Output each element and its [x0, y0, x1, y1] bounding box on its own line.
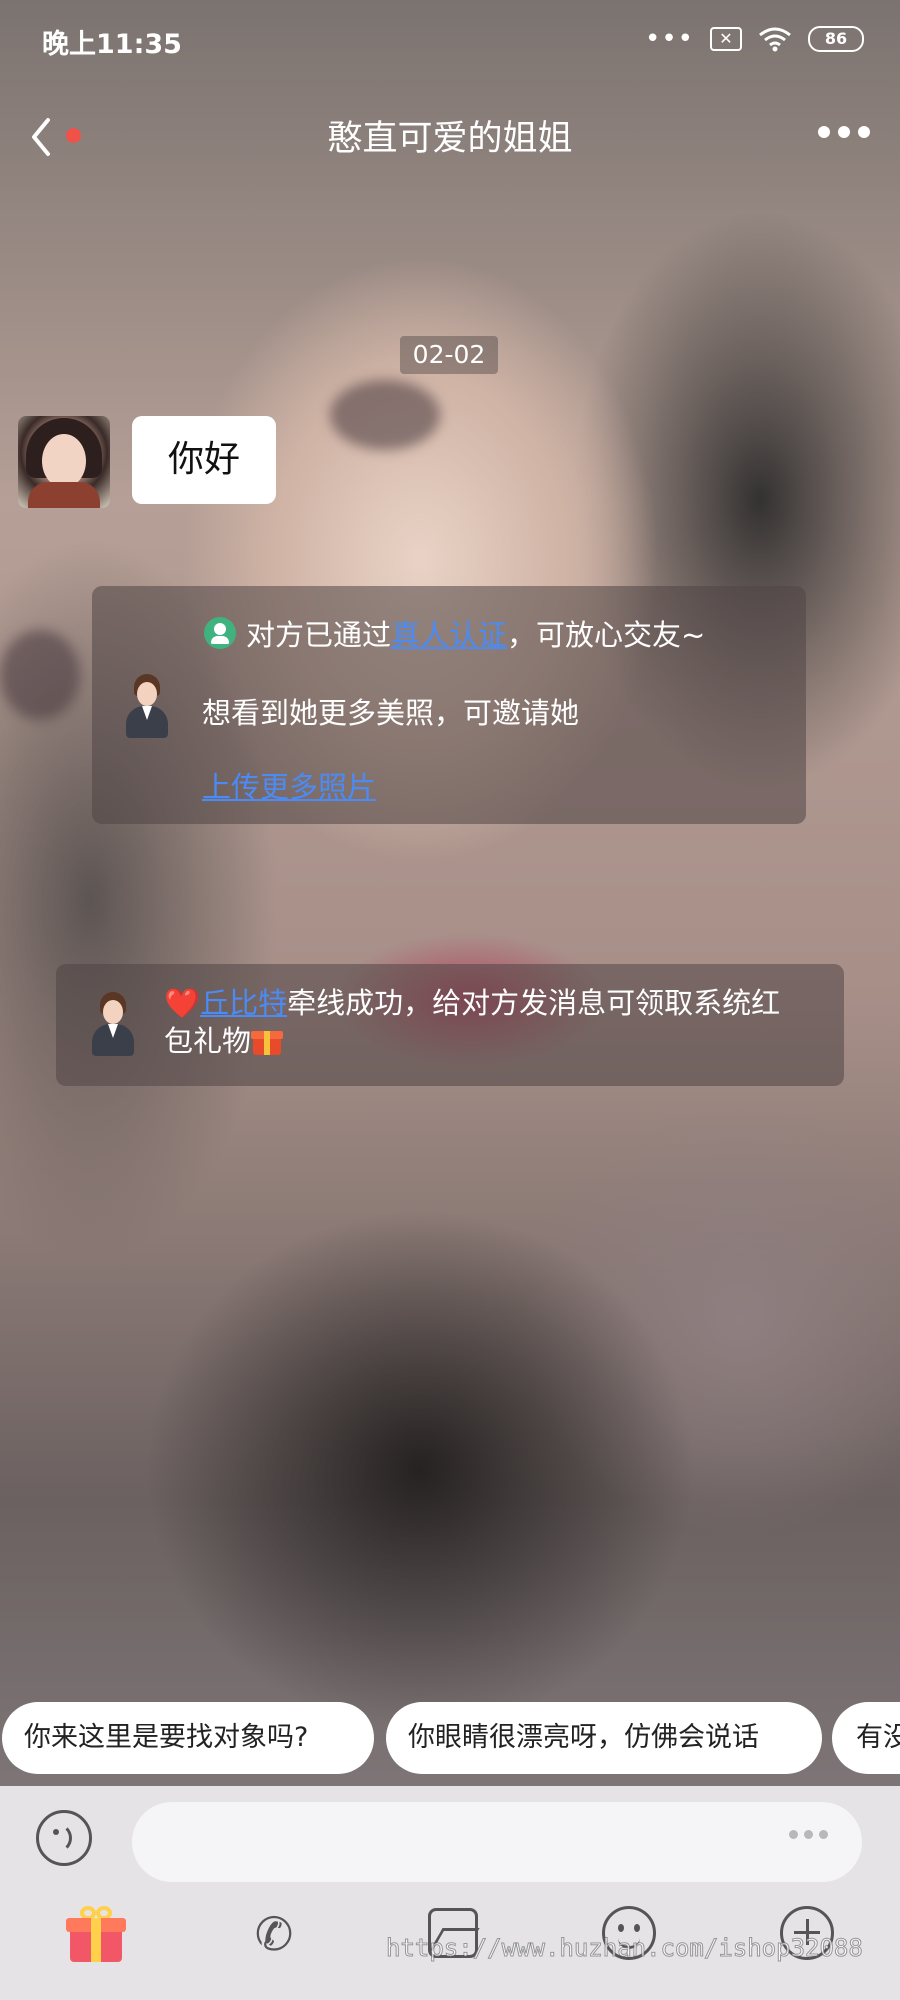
- quick-replies: 你来这里是要找对象吗? 你眼睛很漂亮呀，仿佛会说话 有没: [0, 1702, 900, 1776]
- quick-reply-chip[interactable]: 有没: [832, 1702, 900, 1774]
- system-avatar-icon: [88, 992, 138, 1058]
- upload-more-photos-link[interactable]: 上传更多照片: [202, 764, 376, 806]
- more-dots-icon: [858, 126, 870, 138]
- cupid-link[interactable]: 丘比特: [200, 986, 287, 1020]
- watermark: https://www.huzhan.com/ishop32088: [386, 1934, 864, 1963]
- message-bubble[interactable]: 你好: [132, 416, 276, 504]
- verification-line: 对方已通过 真人认证 ，可放心交友~: [204, 612, 705, 654]
- input-panel: ✆: [0, 1786, 900, 2000]
- input-more-icon: [789, 1830, 828, 1839]
- gift-icon: [251, 1025, 284, 1055]
- verified-person-icon: [204, 617, 236, 649]
- invite-text: 想看到她更多美照，可邀请她: [202, 696, 580, 730]
- real-person-verification-link[interactable]: 真人认证: [391, 612, 507, 654]
- gift-icon[interactable]: [66, 1904, 126, 1964]
- verification-notice-card: 对方已通过 真人认证 ，可放心交友~ 想看到她更多美照，可邀请她 上传更多照片: [92, 586, 806, 824]
- voice-icon[interactable]: [36, 1810, 92, 1866]
- verification-suffix: ，可放心交友~: [507, 618, 706, 652]
- quick-reply-chip[interactable]: 你来这里是要找对象吗?: [2, 1702, 374, 1774]
- status-time: 晚上11:35: [42, 29, 182, 60]
- more-button[interactable]: [818, 126, 870, 138]
- system-avatar-icon: [122, 674, 172, 740]
- chat-title: 憨直可爱的姐姐: [327, 119, 573, 159]
- battery-indicator: 86: [808, 26, 864, 52]
- background-blur-shape: [0, 630, 80, 720]
- status-icons: ••• ✕ 86: [645, 26, 864, 52]
- status-bar: 晚上11:35 ••• ✕ 86: [0, 0, 900, 80]
- background-blur-shape: [330, 380, 440, 450]
- verification-prefix: 对方已通过: [246, 618, 392, 652]
- more-dots-icon: [818, 126, 830, 138]
- message-input[interactable]: [132, 1802, 862, 1882]
- x-box-icon: ✕: [710, 27, 742, 51]
- video-call-icon[interactable]: ✆: [244, 1904, 304, 1964]
- heart-icon: ❤️: [164, 986, 201, 1020]
- more-dots-icon: [838, 126, 850, 138]
- status-dots: •••: [644, 24, 694, 54]
- cupid-match-text: ❤️丘比特牵线成功，给对方发消息可领取系统红包礼物: [164, 984, 804, 1060]
- avatar[interactable]: [18, 416, 110, 508]
- avatar-face: [42, 434, 86, 488]
- date-divider: 02-02: [400, 336, 498, 374]
- cupid-match-card: ❤️丘比特牵线成功，给对方发消息可领取系统红包礼物: [56, 964, 844, 1086]
- avatar-body: [28, 482, 100, 508]
- wifi-icon: [759, 27, 791, 52]
- chat-header: 憨直可爱的姐姐: [0, 100, 900, 170]
- quick-reply-chip[interactable]: 你眼睛很漂亮呀，仿佛会说话: [386, 1702, 822, 1774]
